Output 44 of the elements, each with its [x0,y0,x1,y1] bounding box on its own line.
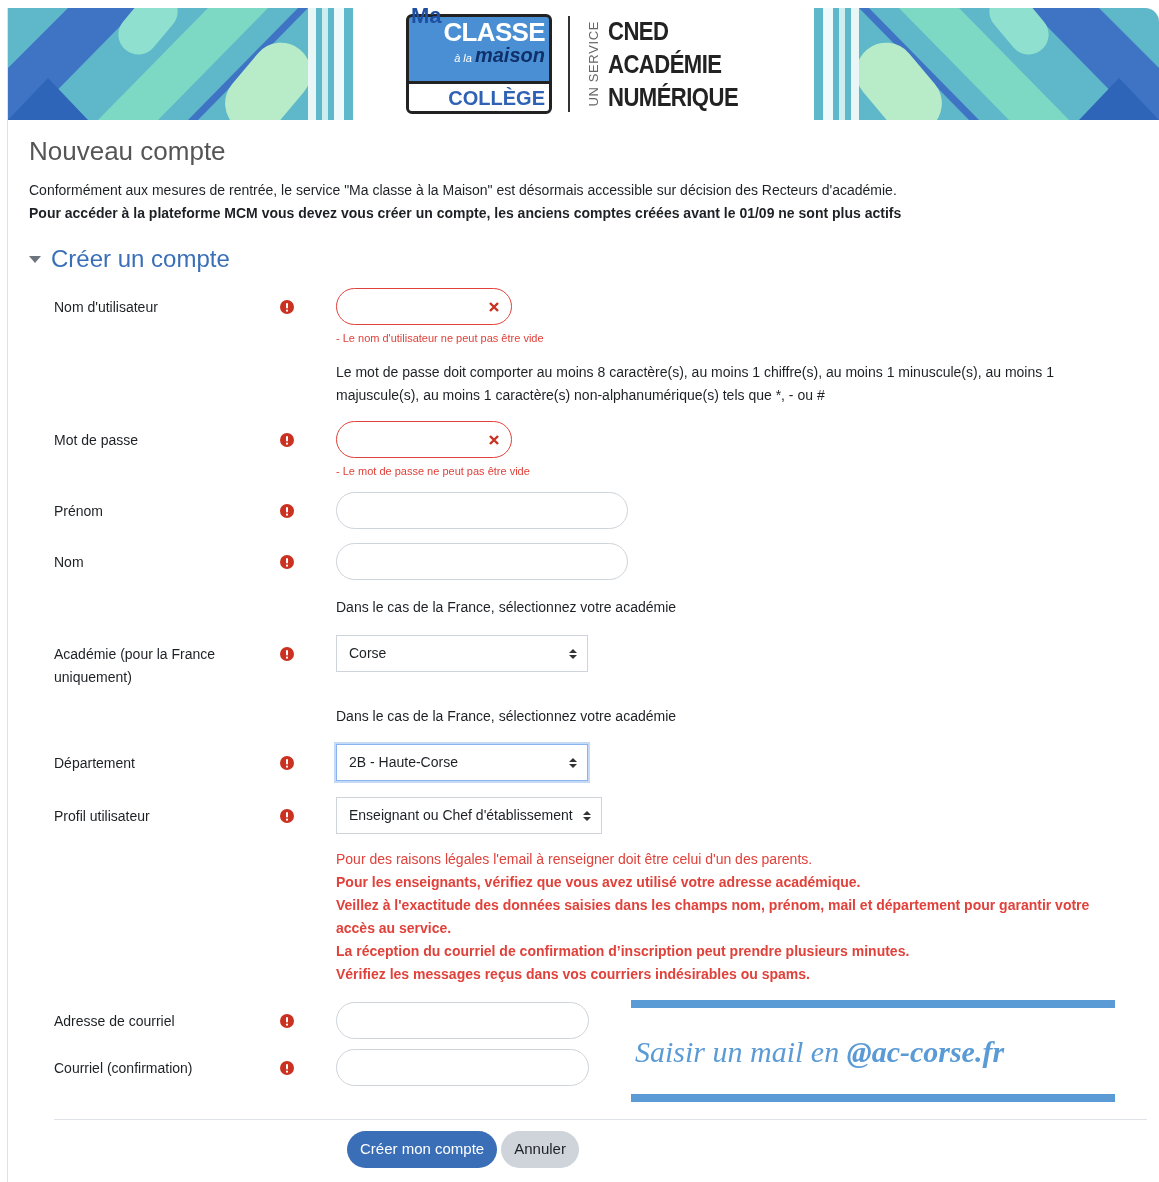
error-x-icon [489,301,499,312]
email-hint: Saisir un mail en @ac-corse.fr [635,1033,1005,1070]
help-text: Dans le cas de la France, sélectionnez votre académie [336,598,678,617]
section-title[interactable]: Créer un compte [51,244,230,274]
sort-arrows-icon [582,810,591,821]
service-label: UN SERVICE [585,21,603,107]
logo-text: à la [454,53,472,64]
field-label: Prénom [54,503,104,519]
field-label: Courriel (confirmation) [54,1060,193,1076]
intro-text: Pour accéder à la plateforme MCM vous devez vous créer un compte, les anciens comptes créées avant le 01/09 ne sont plus actifs [29,204,903,223]
org-name: ACADÉMIE [607,47,723,81]
field-label: Adresse de courriel [54,1013,175,1029]
field-label: Nom d'utilisateur [54,299,158,315]
logo-text: CLASSE [443,19,545,45]
logo-text: Ma [410,8,442,27]
error-message: - Le nom d'utilisateur ne peut pas être vide [336,331,545,345]
field-label: Département [54,755,135,771]
intro-text: Conformément aux mesures de rentrée, le service "Ma classe à la Maison" est désormais accessible sur décision des Recteurs d'académie. [29,181,898,200]
warning-text: Vérifiez les messages reçus dans vos courriers indésirables ou spams. [336,965,811,984]
error-x-icon [489,434,499,445]
collapse-caret-icon[interactable] [29,255,41,263]
org-name: CNED [607,14,670,48]
help-text: Dans le cas de la France, sélectionnez votre académie [336,707,678,726]
submit-button[interactable]: Créer mon compte [347,1131,498,1168]
help-text: Le mot de passe doit comporter au moins 8 caractère(s), au moins 1 chiffre(s), au moins 1 minuscule(s), au moins 1 majuscule(s), au moins 1 caractère(s) non-alphanumérique(s) tels que *, - ou # [336,363,1055,405]
select-dropdown[interactable]: Corse [336,635,588,672]
field-label: Nom [54,554,84,570]
field-label: Académie (pour la France uniquement) [54,646,216,685]
page-title: Nouveau compte [29,135,227,167]
warning-text: Pour les enseignants, vérifiez que vous avez utilisé votre adresse académique. [336,873,862,892]
cancel-button[interactable]: Annuler [501,1131,579,1168]
warning-text: Veillez à l'exactitude des données saisies dans les champs nom, prénom, mail et département pour garantir votre accès au service. [336,896,1091,938]
sort-arrows-icon [569,648,577,659]
field-label: Mot de passe [54,432,139,448]
org-name: NUMÉRIQUE [607,80,739,114]
select-dropdown[interactable]: Enseignant ou Chef d'établissement [336,797,602,834]
warning-text: Pour des raisons légales l'email à renseigner doit être celui d'un des parents. [336,850,814,869]
warning-text: La réception du courriel de confirmation d’inscription peut prendre plusieurs minutes. [336,942,911,961]
field-label: Profil utilisateur [54,808,150,824]
select-dropdown[interactable]: 2B - Haute-Corse [336,744,588,781]
logo-text: COLLÈGE [448,87,545,108]
error-message: - Le mot de passe ne peut pas être vide [336,464,531,478]
sort-arrows-icon [569,757,577,768]
logo-text: maison [474,45,545,65]
